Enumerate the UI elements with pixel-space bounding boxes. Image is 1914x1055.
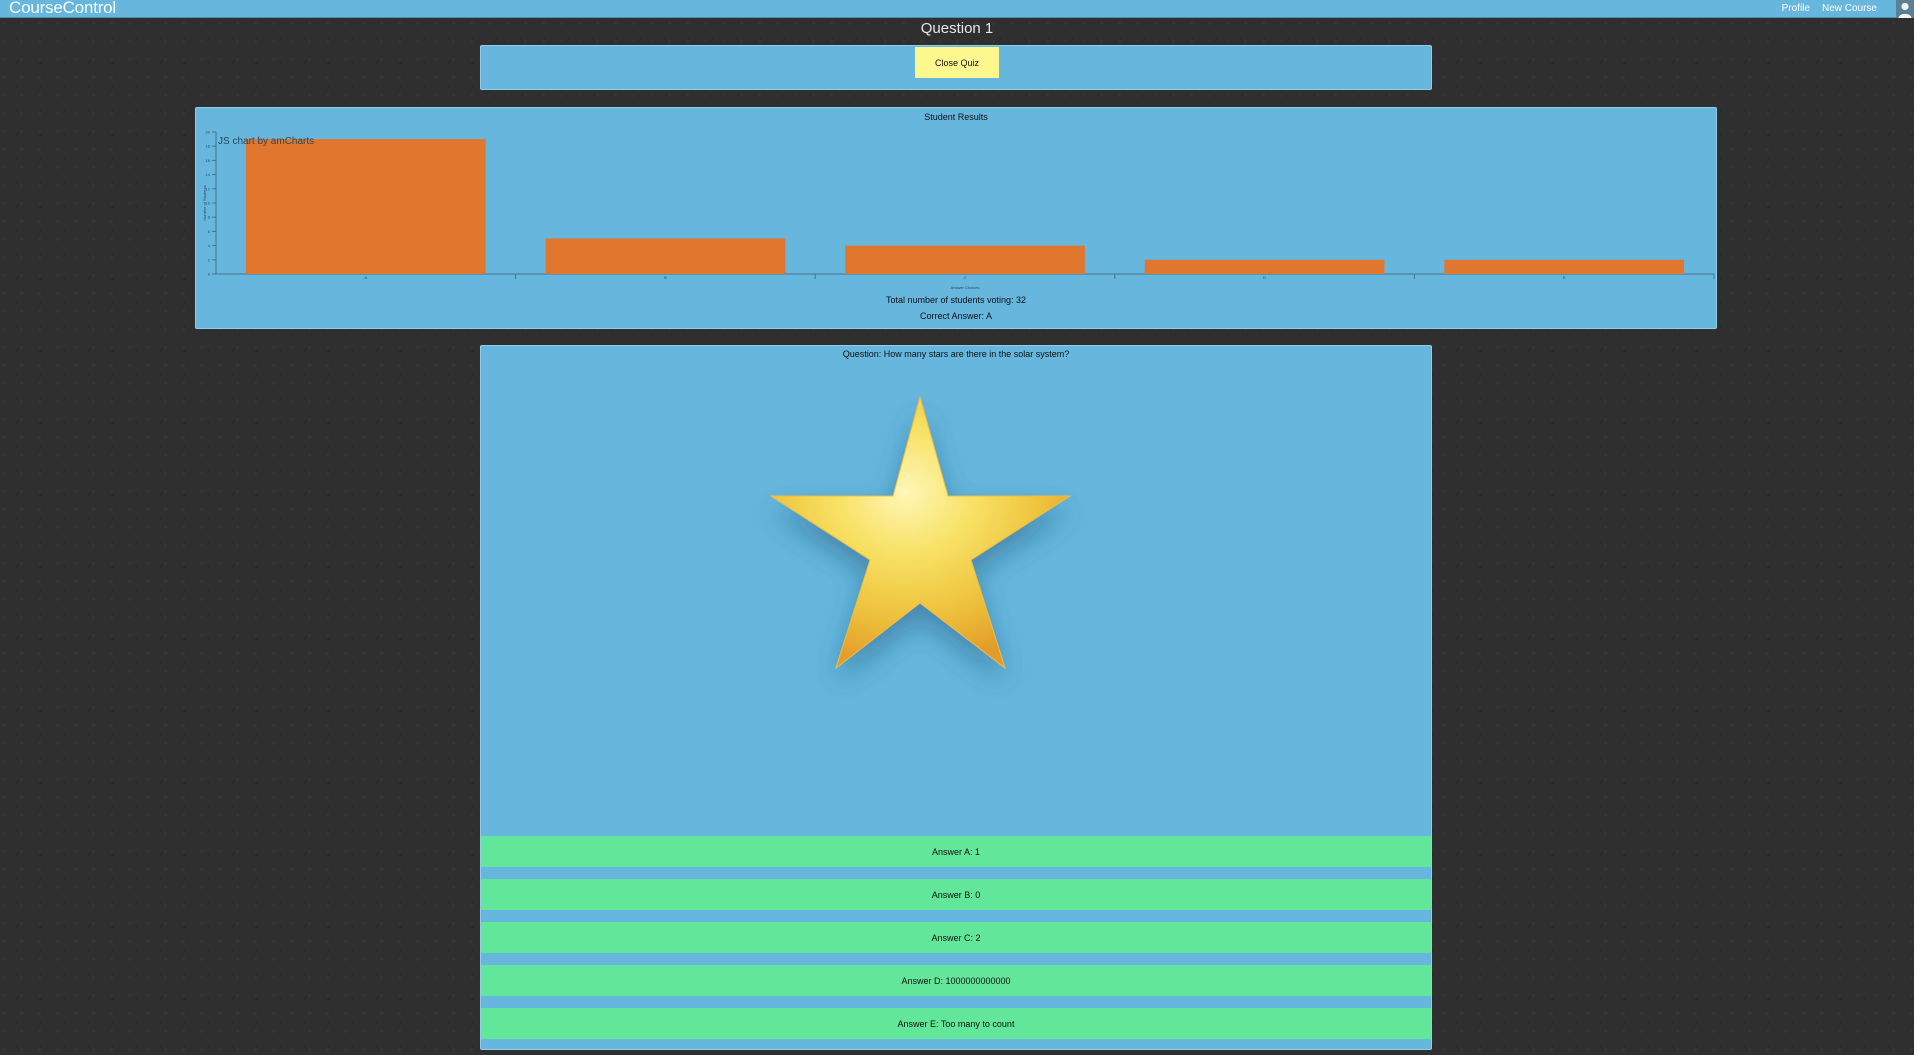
star-icon [769,395,1072,670]
y-tick-label: 20 [206,130,211,135]
y-tick-label: 18 [206,144,211,149]
correct-answer-text: Correct Answer: A [919,311,993,321]
answer-d-option[interactable]: Answer D: 1000000000000 [481,965,1431,996]
answer-c-option[interactable]: Answer C: 2 [481,922,1431,953]
x-tick-label: D [1263,275,1266,280]
answer-list: Answer A: 1 Answer B: 0 Answer C: 2 Answ… [481,836,1431,1051]
question-image [721,379,1181,809]
bar-e [1444,259,1685,274]
answer-b-option[interactable]: Answer B: 0 [481,879,1431,910]
close-quiz-button[interactable]: Close Quiz [915,47,999,78]
question-panel: Question: How many stars are there in th… [480,345,1432,1050]
y-tick-label: 16 [206,158,211,163]
x-tick-label: B [664,275,667,280]
chart-credit-link[interactable]: JS chart by amCharts [218,136,314,147]
y-axis-title: Number of Students [202,185,207,221]
answer-a-option[interactable]: Answer A: 1 [481,836,1431,867]
total-voting-text: Total number of students voting: 32 [885,295,1027,305]
y-tick-label: 2 [208,257,211,262]
student-results-panel: Student Results 0 2 4 6 8 10 12 14 16 18 20 A B C D E Nu… [195,107,1717,329]
y-tick-label: 0 [208,272,211,277]
question-text: Question: How many stars are there in th… [842,349,1070,359]
y-tick-label: 8 [208,215,211,220]
brand-logo[interactable]: CourseControl [9,0,116,18]
top-nav-bar: CourseControl Profile New Course [0,0,1914,18]
quiz-controls-panel: Close Quiz [480,45,1432,90]
y-tick-label: 14 [206,172,211,177]
x-tick-label: C [964,275,967,280]
user-avatar-icon[interactable] [1896,0,1914,18]
answer-e-option[interactable]: Answer E: Too many to count [481,1008,1431,1039]
bar-b [545,238,786,274]
user-icon [1896,0,1914,18]
x-tick-label: E [1563,275,1566,280]
y-tick-label: 6 [208,229,211,234]
new-course-link[interactable]: New Course [1822,3,1877,14]
page-title: Question 1 [920,20,994,37]
bar-c [845,245,1085,274]
top-nav-links: Profile New Course [1782,3,1877,14]
profile-link[interactable]: Profile [1782,3,1810,14]
x-axis-title: Answer Choices [951,285,980,290]
x-tick-label: A [364,275,367,280]
results-bar-chart: 02468101214161820A B C D ENumber of Students… [202,130,1715,290]
y-tick-label: 4 [208,243,211,248]
bar-d [1144,259,1385,274]
bar-a [245,139,486,274]
